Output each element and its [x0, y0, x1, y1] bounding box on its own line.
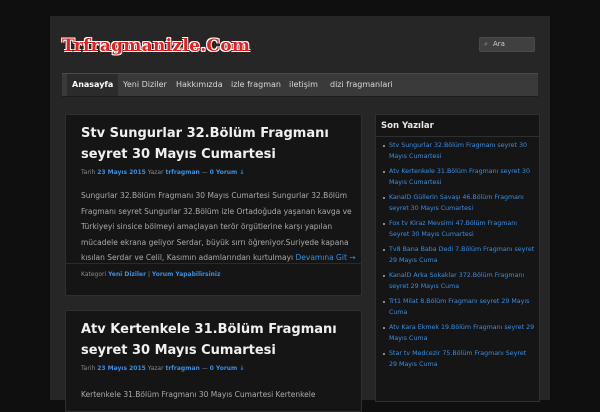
recent-post-link[interactable]: Atv Kertenkele 31.Bölüm Fragmanı seyret …: [380, 166, 535, 192]
nav-item-izle-fragman[interactable]: izle fragman: [226, 74, 286, 96]
meta-date-prefix: Tarih: [81, 365, 96, 372]
sidebar-title: Son Yazılar: [376, 115, 539, 137]
meta-separator: —: [201, 365, 208, 372]
search-icon: ⌕: [484, 40, 488, 48]
recent-post-link[interactable]: KanalD Arka Sokaklar 372.Bölüm Fragmanı …: [380, 270, 535, 296]
site-logo[interactable]: Trfragmanizle.Com: [62, 36, 250, 56]
search-input[interactable]: ⌕ Ara: [479, 37, 535, 52]
main-nav: Anasayfa Yeni Diziler Hakkımızda izle fr…: [62, 73, 538, 97]
post-category-line: Kategori Yeni Diziler | Yorum Yapabilirs…: [81, 271, 220, 278]
post-title[interactable]: Stv Sungurlar 32.Bölüm Fragmanı seyret 3…: [81, 123, 351, 165]
search-placeholder: Ara: [493, 40, 505, 48]
meta-author-prefix: Yazar: [147, 365, 164, 372]
post-author[interactable]: trfragman: [165, 169, 199, 176]
post-author[interactable]: trfragman: [165, 365, 199, 372]
page-wrapper: Trfragmanizle.Com ⌕ Ara Anasayfa Yeni Di…: [50, 16, 550, 412]
post-excerpt-text: Kertenkele 31.Bölüm Fragmanı 30 Mayıs Cu…: [81, 390, 316, 399]
recent-post-link[interactable]: Tv8 Bana Baba Dedi 7.Bölüm Fragmanı seyr…: [380, 244, 535, 270]
recent-post-link[interactable]: Atv Kara Ekmek 19.Bölüm Fragmanı seyret …: [380, 322, 535, 348]
recent-posts-list: Stv Sungurlar 32.Bölüm Fragmanı seyret 3…: [380, 140, 535, 374]
nav-item-iletisim[interactable]: iletişim: [284, 74, 323, 96]
read-more-link[interactable]: Devamına Git →: [296, 253, 356, 262]
site-header: Trfragmanizle.Com ⌕ Ara: [50, 16, 550, 74]
post-category-link[interactable]: Yeni Diziler: [108, 271, 146, 278]
recent-post-link[interactable]: KanalD Güllerin Savaşı 46.Bölüm Fragmanı…: [380, 192, 535, 218]
post-excerpt: Kertenkele 31.Bölüm Fragmanı 30 Mayıs Cu…: [81, 387, 359, 403]
post-footer-divider: [66, 263, 361, 264]
reply-link[interactable]: Yorum Yapabilirsiniz: [152, 271, 221, 278]
post-meta: Tarih 23 Mayıs 2015 Yazar trfragman — 0 …: [81, 169, 244, 176]
recent-post-link[interactable]: Trt1 Milat 8.Bölüm Fragmanı seyret 29 Ma…: [380, 296, 535, 322]
post-excerpt: Sungurlar 32.Bölüm Fragmanı 30 Mayıs Cum…: [81, 188, 359, 266]
meta-separator: —: [201, 169, 208, 176]
nav-item-anasayfa[interactable]: Anasayfa: [67, 74, 119, 96]
post-date[interactable]: 23 Mayıs 2015: [97, 365, 146, 372]
nav-item-yeni-diziler[interactable]: Yeni Diziler: [118, 74, 172, 96]
recent-post-link[interactable]: Fox tv Kiraz Mevsimi 47.Bölüm Fragmanı S…: [380, 218, 535, 244]
nav-item-dizi-fragmanlari[interactable]: dizi fragmanlari: [325, 74, 398, 96]
post-meta: Tarih 23 Mayıs 2015 Yazar trfragman — 0 …: [81, 365, 244, 372]
recent-post-link[interactable]: Star tv Medcezir 75.Bölüm Fragmanı Seyre…: [380, 348, 535, 374]
recent-post-link[interactable]: Stv Sungurlar 32.Bölüm Fragmanı seyret 3…: [380, 140, 535, 166]
post-comments[interactable]: 0 Yorum ↓: [210, 169, 245, 176]
nav-item-hakkimizda[interactable]: Hakkımızda: [171, 74, 228, 96]
meta-author-prefix: Yazar: [147, 169, 164, 176]
category-prefix: Kategori: [81, 271, 107, 278]
post-excerpt-text: Sungurlar 32.Bölüm Fragmanı 30 Mayıs Cum…: [81, 191, 352, 262]
post-card: Atv Kertenkele 31.Bölüm Fragmanı seyret …: [65, 310, 362, 412]
post-comments[interactable]: 0 Yorum ↓: [210, 365, 245, 372]
post-card: Stv Sungurlar 32.Bölüm Fragmanı seyret 3…: [65, 114, 362, 296]
post-title[interactable]: Atv Kertenkele 31.Bölüm Fragmanı seyret …: [81, 319, 351, 361]
meta-date-prefix: Tarih: [81, 169, 96, 176]
post-date[interactable]: 23 Mayıs 2015: [97, 169, 146, 176]
sidebar-recent-posts: Son Yazılar Stv Sungurlar 32.Bölüm Fragm…: [375, 114, 540, 402]
category-separator: |: [147, 271, 150, 278]
